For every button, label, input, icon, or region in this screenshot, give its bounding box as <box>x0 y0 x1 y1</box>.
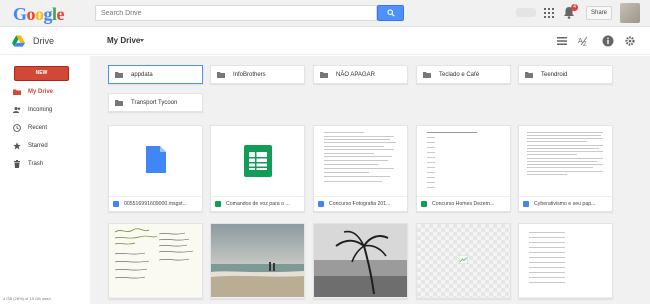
file-thumbnail <box>314 126 407 197</box>
folder-item[interactable]: NÃO APAGAR <box>313 65 408 84</box>
folder-icon <box>525 71 533 78</box>
sheets-icon <box>215 201 221 207</box>
sidebar-item-incoming[interactable]: Incoming <box>0 103 90 117</box>
sidebar-item-trash[interactable]: Trash <box>0 157 90 171</box>
file-thumbnail <box>109 126 202 197</box>
sidebar-item-my-drive[interactable]: My Drive <box>0 85 90 99</box>
doc-icon <box>523 201 529 207</box>
people-icon <box>13 107 21 113</box>
file-thumbnail <box>211 224 304 298</box>
file-card[interactable]: 005516991609000.msgst... <box>108 125 203 212</box>
folder-name: NÃO APAGAR <box>336 71 375 78</box>
folder-name: appdata <box>131 71 153 78</box>
drive-folder-icon <box>13 89 21 95</box>
settings-icon[interactable] <box>624 35 636 47</box>
palm-tree-photo-preview <box>314 224 407 297</box>
doc-icon <box>318 201 324 207</box>
file-browser: appdata InfoBrothers NÃO APAGAR Teclado … <box>90 56 650 304</box>
sidebar-item-starred[interactable]: Starred <box>0 139 90 153</box>
location-title[interactable]: My Drive <box>107 36 140 45</box>
folder-item[interactable]: Transport Tycoon <box>108 93 203 112</box>
folder-icon <box>423 71 431 78</box>
file-card[interactable] <box>210 223 305 299</box>
chevron-down-icon[interactable] <box>140 39 144 42</box>
file-thumbnail <box>519 126 612 197</box>
file-card[interactable]: Concurso Homes Dezem... <box>416 125 511 212</box>
clock-icon <box>13 124 21 132</box>
sort-az-icon[interactable]: A Z <box>578 35 590 47</box>
notification-badge: 4 <box>571 4 578 11</box>
sidebar: NEW My Drive Incoming Recent Starred Tra… <box>0 56 90 304</box>
file-name: Cyberativismo e seu pap... <box>534 201 596 207</box>
doc-icon <box>113 201 119 207</box>
info-icon[interactable] <box>602 35 614 47</box>
file-thumbnail <box>109 224 202 298</box>
sidebar-item-label: Recent <box>28 125 48 131</box>
beach-photo-preview <box>211 224 304 297</box>
avatar[interactable] <box>620 3 640 23</box>
drive-logo-icon <box>12 35 25 47</box>
share-button[interactable]: Share <box>586 6 612 20</box>
file-name: Concurso Fotografia 201... <box>329 201 391 207</box>
file-card[interactable] <box>108 223 203 299</box>
folder-item[interactable]: InfoBrothers <box>210 65 305 84</box>
top-bar: Google 4 Share <box>0 0 650 27</box>
folder-name: InfoBrothers <box>233 71 266 78</box>
file-name: Concurso Homes Dezem... <box>432 201 495 207</box>
sidebar-item-recent[interactable]: Recent <box>0 121 90 135</box>
storage-usage: 4 GB (26%) of 15 GB used <box>3 296 51 301</box>
file-card[interactable]: Concurso Fotografia 201... <box>313 125 408 212</box>
file-card[interactable] <box>416 223 511 299</box>
folder-icon <box>217 71 225 78</box>
broken-image-icon <box>459 255 468 264</box>
account-name[interactable] <box>516 8 536 17</box>
file-card[interactable] <box>313 223 408 299</box>
drive-app-label[interactable]: Drive <box>33 36 54 46</box>
search-icon <box>386 9 395 17</box>
file-thumbnail <box>417 126 510 197</box>
search-input[interactable] <box>95 5 377 21</box>
handwritten-note-preview <box>114 228 194 279</box>
sidebar-item-label: Trash <box>28 161 44 167</box>
sheets-icon <box>421 201 427 207</box>
apps-grid-icon[interactable] <box>544 8 554 18</box>
trash-icon <box>14 160 20 168</box>
file-thumbnail <box>314 224 407 298</box>
sidebar-item-label: Incoming <box>28 107 53 113</box>
sheets-file-icon <box>244 145 272 177</box>
folder-name: Transport Tycoon <box>131 99 178 106</box>
google-logo[interactable]: Google <box>13 4 65 25</box>
new-button[interactable]: NEW <box>14 66 69 81</box>
sidebar-item-label: Starred <box>28 143 48 149</box>
svg-text:Z: Z <box>583 42 587 47</box>
doc-file-icon <box>146 146 166 173</box>
file-name: Comandos de voz para o ... <box>226 201 290 207</box>
file-thumbnail <box>519 224 612 298</box>
folder-name: Teendroid <box>541 71 568 78</box>
folder-icon <box>320 71 328 78</box>
sidebar-item-label: My Drive <box>28 89 54 95</box>
file-thumbnail <box>211 126 304 197</box>
search-button[interactable] <box>377 5 404 21</box>
list-view-icon[interactable] <box>556 35 568 47</box>
folder-icon <box>115 71 123 78</box>
folder-icon <box>115 99 123 106</box>
file-card[interactable]: Comandos de voz para o ... <box>210 125 305 212</box>
file-name: 005516991609000.msgst... <box>124 201 187 207</box>
file-card[interactable] <box>518 223 613 299</box>
file-card[interactable]: Cyberativismo e seu pap... <box>518 125 613 212</box>
folder-item[interactable]: Teendroid <box>518 65 613 84</box>
folder-item[interactable]: appdata <box>108 65 203 84</box>
folder-name: Teclado e Café <box>439 71 480 78</box>
file-thumbnail <box>417 224 510 298</box>
folder-item[interactable]: Teclado e Café <box>416 65 511 84</box>
sub-bar: Drive My Drive A Z <box>0 28 650 55</box>
star-icon <box>13 142 21 150</box>
